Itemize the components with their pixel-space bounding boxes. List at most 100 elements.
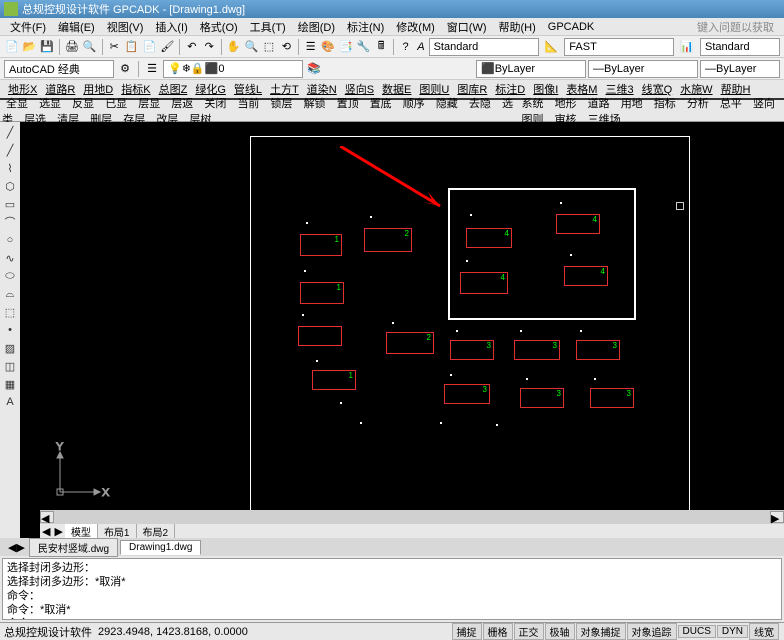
tool-icon[interactable]: 🔧	[356, 38, 372, 56]
menu-gpcadk[interactable]: GPCADK	[542, 21, 600, 33]
workspace-combo[interactable]: AutoCAD 经典	[4, 60, 114, 78]
hscrollbar[interactable]: ◀▶	[40, 510, 784, 524]
file-tab-2[interactable]: Drawing1.dwg	[120, 540, 201, 555]
building-rect[interactable]: 1	[312, 370, 356, 390]
building-rect[interactable]: 3	[590, 388, 634, 408]
text-icon[interactable]: A	[2, 394, 18, 410]
help-icon[interactable]: ?	[398, 38, 413, 56]
copy-icon[interactable]: 📋	[124, 38, 140, 56]
tab-model[interactable]: 模型	[65, 524, 98, 539]
cmd-shown[interactable]: 已显	[101, 96, 131, 112]
zoomwin-icon[interactable]: ⬚	[261, 38, 276, 56]
cmd2-siteplan[interactable]: 总平	[716, 96, 746, 112]
ellipse-icon[interactable]: ⬭	[2, 268, 18, 284]
cut-icon[interactable]: ✂	[106, 38, 121, 56]
building-rect[interactable]: 4	[556, 214, 600, 234]
layer-combo[interactable]: 💡❄🔒⬛ 0	[163, 60, 303, 78]
cmd-showall[interactable]: 全显	[2, 96, 32, 112]
pan-icon[interactable]: ✋	[226, 38, 242, 56]
status-ortho[interactable]: 正交	[514, 623, 544, 640]
point-icon[interactable]: •	[2, 322, 18, 338]
calc-icon[interactable]: 🖩	[374, 38, 389, 56]
building-rect[interactable]: 3	[444, 384, 490, 404]
drawing-canvas[interactable]: X Y ◀▶ ◀▶ 模型 布局1 布局2 124414423331333	[20, 122, 784, 538]
menu-insert[interactable]: 插入(I)	[149, 19, 193, 35]
cmd-locklayer[interactable]: 锁层	[267, 96, 297, 112]
save-icon[interactable]: 💾	[39, 38, 55, 56]
rect-icon[interactable]: ▭	[2, 196, 18, 212]
zoomprev-icon[interactable]: ⟲	[279, 38, 294, 56]
textstyle-combo[interactable]: Standard	[429, 38, 539, 56]
quick-access-input[interactable]: 键入问题以获取	[691, 19, 780, 35]
building-rect[interactable]: 3	[520, 388, 564, 408]
hatch-icon[interactable]: ▨	[2, 340, 18, 356]
print-icon[interactable]: 🖨	[64, 38, 80, 56]
line-icon[interactable]: ╱	[2, 124, 18, 140]
status-snap[interactable]: 捕捉	[452, 623, 482, 640]
building-rect[interactable]: 4	[564, 266, 608, 286]
match-icon[interactable]: 🖌	[159, 38, 175, 56]
status-dyn[interactable]: DYN	[717, 625, 748, 638]
menu-dimension[interactable]: 标注(N)	[341, 19, 390, 35]
cmd-front[interactable]: 置顶	[333, 96, 363, 112]
tablestyle-combo[interactable]: Standard	[700, 38, 780, 56]
status-grid[interactable]: 栅格	[483, 623, 513, 640]
building-rect[interactable]: 2	[364, 228, 412, 252]
cmd2-road[interactable]: 道路	[584, 96, 614, 112]
status-otrack[interactable]: 对象追踪	[627, 623, 677, 640]
color-combo[interactable]: ⬛ ByLayer	[476, 60, 586, 78]
cmd-current[interactable]: 当前	[233, 96, 263, 112]
preview-icon[interactable]: 🔍	[82, 38, 98, 56]
arc-icon[interactable]: ⌒	[2, 214, 18, 230]
cmd2-terrain[interactable]: 地形	[551, 96, 581, 112]
paste-icon[interactable]: 📄	[142, 38, 158, 56]
sheet-icon[interactable]: 📑	[338, 38, 354, 56]
props-icon[interactable]: ☰	[303, 38, 318, 56]
polygon-icon[interactable]: ⬡	[2, 178, 18, 194]
building-rect[interactable]	[298, 326, 342, 346]
cmd-back[interactable]: 置底	[366, 96, 396, 112]
cmd2-system[interactable]: 系统	[518, 96, 548, 112]
design-icon[interactable]: 🎨	[320, 38, 336, 56]
table-icon[interactable]: ▦	[2, 376, 18, 392]
status-ducs[interactable]: DUCS	[678, 625, 716, 638]
menu-view[interactable]: 视图(V)	[101, 19, 150, 35]
menu-modify[interactable]: 修改(M)	[390, 19, 441, 35]
menu-help[interactable]: 帮助(H)	[493, 19, 542, 35]
menu-format[interactable]: 格式(O)	[194, 19, 244, 35]
building-rect[interactable]: 3	[576, 340, 620, 360]
cmd2-land[interactable]: 用地	[617, 96, 647, 112]
status-lwt[interactable]: 线宽	[749, 623, 779, 640]
open-icon[interactable]: 📂	[22, 38, 38, 56]
menu-draw[interactable]: 绘图(D)	[292, 19, 341, 35]
circle-icon[interactable]: ○	[2, 232, 18, 248]
cmd-showsel[interactable]: 选显	[35, 96, 65, 112]
block-icon[interactable]: ⬚	[2, 304, 18, 320]
ellarc-icon[interactable]: ⌓	[2, 286, 18, 302]
file-tab-1[interactable]: 民安村竖域.dwg	[29, 538, 118, 557]
layer-props-icon[interactable]: ☰	[143, 60, 161, 78]
building-rect[interactable]: 4	[460, 272, 508, 294]
building-rect[interactable]: 3	[450, 340, 494, 360]
cmd-unhide[interactable]: 去隐	[465, 96, 495, 112]
dimstyle-combo[interactable]: FAST	[564, 38, 674, 56]
menu-file[interactable]: 文件(F)	[4, 19, 52, 35]
pline-icon[interactable]: ⌇	[2, 160, 18, 176]
tab-layout1[interactable]: 布局1	[98, 524, 137, 539]
menu-tools[interactable]: 工具(T)	[244, 19, 292, 35]
cmd2-analysis[interactable]: 分析	[683, 96, 713, 112]
undo-icon[interactable]: ↶	[184, 38, 199, 56]
spline-icon[interactable]: ∿	[2, 250, 18, 266]
xline-icon[interactable]: ╱	[2, 142, 18, 158]
cmd2-vertical[interactable]: 竖向	[749, 96, 779, 112]
building-rect[interactable]: 1	[300, 234, 342, 256]
tab-layout2[interactable]: 布局2	[137, 524, 176, 539]
status-osnap[interactable]: 对象捕捉	[576, 623, 626, 640]
building-rect[interactable]: 2	[386, 332, 434, 354]
redo-icon[interactable]: ↷	[202, 38, 217, 56]
new-icon[interactable]: 📄	[4, 38, 20, 56]
cmd-order[interactable]: 顺序	[399, 96, 429, 112]
cmd2-index[interactable]: 指标	[650, 96, 680, 112]
building-rect[interactable]: 4	[466, 228, 512, 248]
cmd-hide[interactable]: 隐藏	[432, 96, 462, 112]
